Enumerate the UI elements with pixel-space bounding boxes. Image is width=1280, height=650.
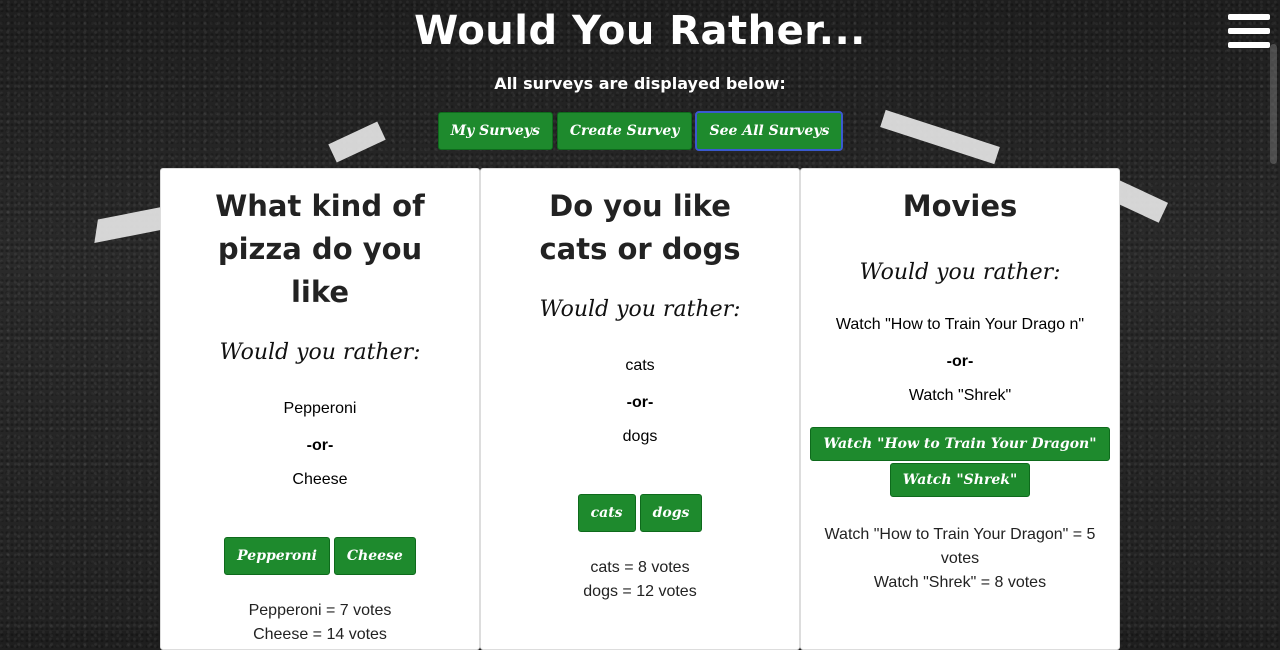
survey-title: Do you like cats or dogs (539, 189, 741, 266)
vote-option-a-button[interactable]: cats (577, 494, 636, 532)
option-a-text: Watch "How to Train Your Drago n" (835, 316, 1085, 333)
vote-buttons: Pepperoni Cheese (161, 537, 479, 575)
or-separator: -or- (626, 394, 654, 411)
option-b-text: Cheese (292, 471, 348, 488)
site-title: Would You Rather... (414, 8, 866, 54)
result-b: Watch "Shrek" = 8 votes (873, 574, 1047, 591)
option-b-text: dogs (622, 428, 658, 445)
result-b: dogs = 12 votes (583, 583, 697, 600)
vote-option-b-button[interactable]: Watch "Shrek" (889, 463, 1031, 497)
survey-card: Movies Would you rather: Watch "How to T… (800, 168, 1120, 650)
vote-option-b-button[interactable]: Cheese (333, 537, 416, 575)
option-a-text: cats (625, 357, 655, 374)
result-a: Pepperoni = 7 votes (248, 602, 392, 619)
survey-card: What kind of pizza do you like Would you… (160, 168, 480, 650)
survey-title: Movies (902, 189, 1018, 223)
vote-option-a-button[interactable]: Pepperoni (224, 537, 330, 575)
survey-card: Do you like cats or dogs Would you rathe… (480, 168, 800, 650)
survey-prompt: Would you rather: (859, 260, 1061, 285)
option-b-text: Watch "Shrek" (908, 387, 1012, 404)
vote-option-b-button[interactable]: dogs (639, 494, 703, 532)
survey-prompt: Would you rather: (219, 340, 421, 365)
or-separator: -or- (946, 353, 974, 370)
vote-option-a-button[interactable]: Watch "How to Train Your Dragon" (810, 427, 1110, 461)
result-a: Watch "How to Train Your Dragon" = 5 vot… (824, 526, 1096, 567)
vote-buttons: Watch "How to Train Your Dragon" Watch "… (801, 427, 1119, 499)
result-b: Cheese = 14 votes (253, 626, 387, 643)
vote-results: Pepperoni = 7 votes Cheese = 14 votes (161, 599, 479, 647)
hamburger-menu-icon[interactable] (1228, 14, 1270, 54)
see-all-surveys-button[interactable]: See All Surveys (695, 111, 844, 151)
page-subtitle: All surveys are displayed below: (494, 74, 786, 93)
vote-results: cats = 8 votes dogs = 12 votes (481, 556, 799, 604)
nav-bar: My Surveys Create Survey See All Surveys (0, 111, 1280, 151)
or-separator: -or- (306, 437, 334, 454)
create-survey-button[interactable]: Create Survey (556, 112, 693, 150)
my-surveys-button[interactable]: My Surveys (437, 112, 553, 150)
survey-prompt: Would you rather: (539, 297, 741, 322)
option-a-text: Pepperoni (283, 400, 357, 417)
result-a: cats = 8 votes (590, 559, 690, 576)
survey-title: What kind of pizza do you like (215, 189, 425, 309)
vote-buttons: cats dogs (481, 494, 799, 532)
vote-results: Watch "How to Train Your Dragon" = 5 vot… (801, 523, 1119, 595)
